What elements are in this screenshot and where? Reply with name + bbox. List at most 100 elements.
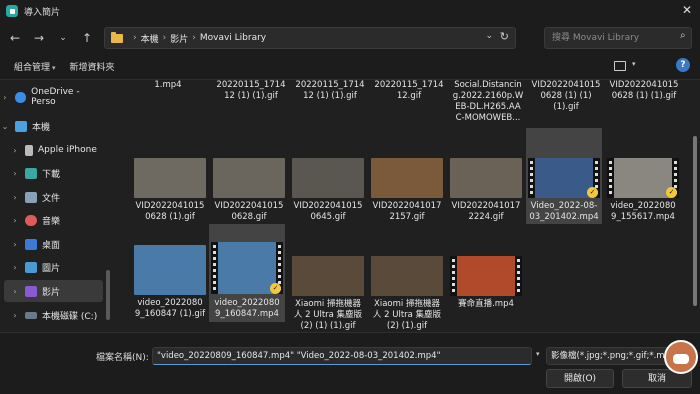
app-icon: [6, 5, 18, 17]
navigation-pane: › OneDrive - Perso ⌄ 本機 › Apple iPhone › 下載 …: [0, 80, 112, 332]
back-arrow-icon[interactable]: ←: [6, 31, 24, 45]
media-badge-icon: ✓: [666, 187, 677, 198]
collapse-chevron-icon[interactable]: ⌄: [0, 122, 10, 131]
file-item-selected[interactable]: ✓ Video_2022-08- 03_201402.mp4: [526, 128, 602, 224]
scrollbar-thumb[interactable]: [693, 136, 697, 306]
filename-label: 檔案名稱(N):: [96, 353, 149, 363]
search-icon[interactable]: ⌕: [680, 30, 694, 41]
expand-chevron-icon[interactable]: ›: [10, 146, 20, 155]
folder-icon: [111, 31, 123, 43]
address-bar[interactable]: › 本機 › 影片 › Movavi Library ⌄ ↻: [104, 27, 516, 49]
file-item[interactable]: 20220115_1714 12 (1) (1).gif: [213, 80, 289, 102]
up-arrow-icon[interactable]: ↑: [78, 31, 96, 45]
film-strip-icon: [528, 158, 535, 198]
expand-chevron-icon[interactable]: ›: [10, 240, 20, 249]
sidebar-item-videos[interactable]: › 影片: [4, 280, 103, 302]
file-item[interactable]: ✓ video_2022080 9_155617.mp4: [605, 158, 681, 256]
breadcrumb-chevron-icon[interactable]: ›: [133, 33, 137, 43]
cloud-icon: [14, 91, 27, 103]
view-mode-icon[interactable]: [614, 61, 626, 71]
search-input[interactable]: 搜尋 Movavi Library: [544, 27, 692, 49]
sidebar-item-this-pc[interactable]: ⌄ 本機: [0, 115, 104, 137]
breadcrumb-chevron-icon[interactable]: ›: [192, 33, 196, 43]
thumbnail: ✓: [607, 158, 679, 198]
sidebar-item-iphone[interactable]: › Apple iPhone: [10, 139, 112, 161]
thumbnail: [292, 256, 364, 296]
drive-icon: [25, 311, 37, 319]
file-item[interactable]: VID2022041015 0645.gif: [290, 158, 366, 256]
file-item[interactable]: Xiaomi 掃拖機器 人 2 Ultra 集塵版 (2) (1) (1).gi…: [290, 256, 366, 332]
open-button[interactable]: 開啟(O): [546, 369, 614, 388]
file-item[interactable]: VID2022041017 2224.gif: [448, 158, 524, 256]
file-item-selected[interactable]: ✓ video_2022080 9_160847.mp4: [209, 224, 285, 322]
expand-chevron-icon[interactable]: ›: [10, 193, 20, 202]
sidebar-scrollbar[interactable]: [106, 270, 110, 320]
expand-chevron-icon[interactable]: ›: [10, 287, 20, 296]
file-name: Xiaomi 掃拖機器 人 2 Ultra 集塵版 (2) (1) (1).gi…: [293, 299, 363, 331]
file-item[interactable]: video_2022080 9_160847 (1).gif: [132, 245, 208, 332]
sidebar-item-downloads[interactable]: › 下載: [10, 162, 112, 184]
sidebar-item-label: 桌面: [42, 240, 61, 251]
file-name: Xiaomi 掃拖機器 人 2 Ultra 集塵版 (2) (1).gif: [372, 299, 442, 331]
file-item[interactable]: 1.mp4: [130, 80, 206, 91]
file-item[interactable]: Social.Distancin g.2022.2160p.W EB-DL.H2…: [450, 80, 526, 124]
file-item[interactable]: 20220115_1714 12 (1) (1).gif: [292, 80, 368, 102]
phone-icon: [25, 144, 33, 156]
expand-chevron-icon[interactable]: ›: [10, 216, 20, 225]
new-folder-button[interactable]: 新增資料夾: [70, 60, 115, 73]
expand-chevron-icon[interactable]: ›: [10, 169, 20, 178]
file-name: VID2022041017 2157.gif: [372, 201, 442, 222]
sidebar-item-pictures[interactable]: › 圖片: [10, 256, 112, 278]
file-item[interactable]: Xiaomi 掃拖機器 人 2 Ultra 集塵版 (2) (1).gif: [369, 256, 445, 332]
title-bar: 導入簡片 ✕: [0, 0, 700, 22]
expand-chevron-icon[interactable]: ›: [0, 93, 10, 102]
thumbnail: [450, 158, 522, 198]
dialog-footer: 檔案名稱(N): "video_20220809_160847.mp4" "Vi…: [0, 332, 700, 394]
file-item[interactable]: VID2022041015 0628 (1).gif: [132, 158, 208, 256]
thumbnail: [134, 158, 206, 198]
organize-label: 組合管理: [14, 63, 51, 73]
file-list: 1.mp4 20220115_1714 12 (1) (1).gif 20220…: [116, 80, 692, 332]
close-icon[interactable]: ✕: [682, 3, 692, 17]
address-dropdown-icon[interactable]: ⌄: [485, 31, 493, 41]
sidebar-item-music[interactable]: › 音樂: [10, 209, 112, 231]
sidebar-item-label: 圖片: [42, 263, 61, 274]
sidebar-item-label: 影片: [42, 287, 61, 298]
navigation-bar: ← → ⌄ ↑ › 本機 › 影片 › Movavi Library ⌄ ↻ 搜…: [0, 22, 700, 54]
view-dropdown-icon[interactable]: ▾: [632, 60, 636, 68]
file-item[interactable]: VID2022041017 2157.gif: [369, 158, 445, 256]
file-item[interactable]: VID2022041015 0628 (1) (1) (1).gif: [528, 80, 604, 113]
thumbnail: ✓: [211, 242, 283, 294]
sidebar-item-local-disk[interactable]: › 本機磁碟 (C:): [10, 304, 112, 326]
video-icon: [25, 285, 37, 297]
refresh-icon[interactable]: ↻: [500, 30, 509, 43]
breadcrumb-chevron-icon[interactable]: ›: [163, 33, 167, 43]
filename-dropdown-icon[interactable]: ▾: [536, 350, 540, 358]
breadcrumb-this-pc[interactable]: 本機: [141, 32, 159, 45]
file-item[interactable]: VID2022041015 0628 (1) (1).gif: [606, 80, 682, 102]
recent-chevron-icon[interactable]: ⌄: [54, 33, 72, 43]
sidebar-item-onedrive[interactable]: › OneDrive - Perso: [0, 86, 104, 108]
expand-chevron-icon[interactable]: ›: [10, 263, 20, 272]
music-icon: [25, 214, 37, 226]
thumbnail: [134, 245, 206, 295]
sidebar-item-desktop[interactable]: › 桌面: [10, 233, 112, 255]
sidebar-item-label: 本機磁碟 (C:): [42, 311, 98, 322]
forward-arrow-icon[interactable]: →: [30, 31, 48, 45]
sidebar-item-label: 文件: [42, 193, 61, 204]
expand-chevron-icon[interactable]: ›: [10, 311, 20, 320]
breadcrumb-videos[interactable]: 影片: [170, 32, 188, 45]
window-title: 導入簡片: [24, 7, 61, 18]
file-item[interactable]: 賽命直播.mp4: [448, 256, 524, 332]
filename-input[interactable]: "video_20220809_160847.mp4" "Video_2022-…: [152, 347, 532, 365]
content-scrollbar[interactable]: [692, 80, 698, 332]
thumbnail: ✓: [528, 158, 600, 198]
sidebar-item-label: 音樂: [42, 216, 61, 227]
thumbnail: [292, 158, 364, 198]
organize-button[interactable]: 組合管理 ▾: [14, 60, 56, 73]
help-icon[interactable]: ?: [676, 58, 690, 72]
sidebar-item-documents[interactable]: › 文件: [10, 186, 112, 208]
file-item[interactable]: 20220115_1714 12.gif: [371, 80, 447, 102]
breadcrumb-movavi-library[interactable]: Movavi Library: [200, 33, 266, 43]
media-badge-icon: ✓: [587, 187, 598, 198]
